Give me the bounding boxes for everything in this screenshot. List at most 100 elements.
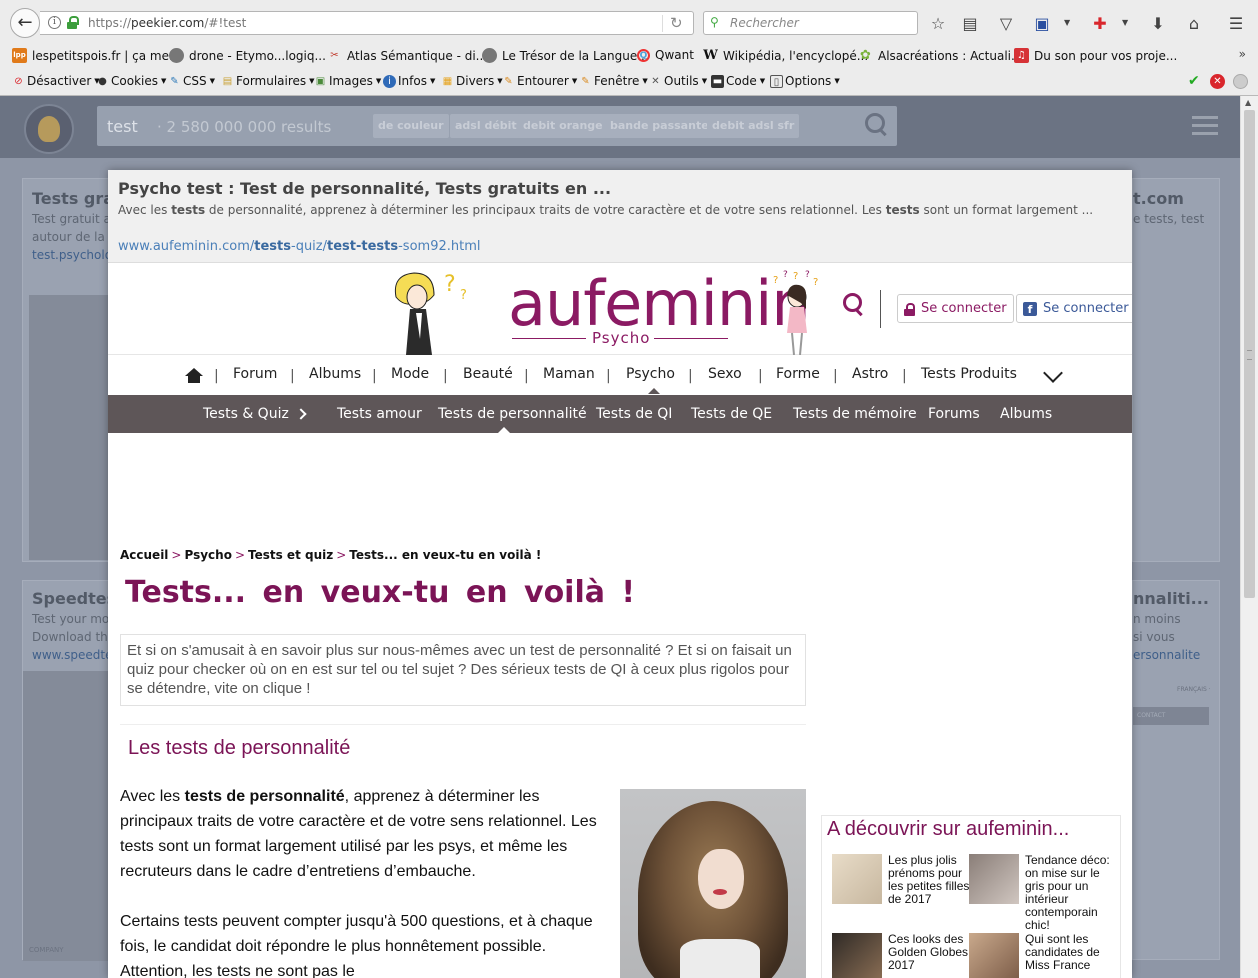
nav-forum[interactable]: Forum xyxy=(233,366,277,382)
search-icon[interactable] xyxy=(865,113,887,135)
suggestion-chip[interactable]: de couleur xyxy=(373,114,449,138)
back-button[interactable]: ← xyxy=(10,8,40,38)
result-desc: Test your mo xyxy=(32,612,110,626)
nav-psycho[interactable]: Psycho xyxy=(626,366,675,382)
subnav-forums[interactable]: Forums xyxy=(928,406,980,422)
bookmark-atlas[interactable]: ✂ Atlas Sémantique - di... xyxy=(327,48,487,63)
discover-item-text[interactable]: Qui sont les candidates de Miss France xyxy=(1025,933,1111,972)
nav-mode[interactable]: Mode xyxy=(391,366,429,382)
menu-divers[interactable]: ▦ Divers ▼ xyxy=(441,74,503,88)
menu-outils[interactable]: ✕ Outils ▼ xyxy=(649,74,707,88)
nav-separator: | xyxy=(606,368,611,384)
subnav-tests-quiz[interactable]: Tests & Quiz xyxy=(203,406,289,422)
search-bar[interactable]: ⚲ Rechercher xyxy=(703,11,918,35)
hamburger-menu-icon[interactable]: ☰ xyxy=(1226,14,1246,34)
chevron-down-icon[interactable] xyxy=(1043,363,1063,383)
result-title[interactable]: t.com xyxy=(1133,189,1184,208)
bookmark-qwant[interactable]: Q Qwant xyxy=(637,48,694,62)
result-link[interactable]: www.speedte xyxy=(32,648,113,662)
page-scrollbar[interactable]: ▲ xyxy=(1240,96,1258,978)
result-card[interactable]: t.com e tests, test xyxy=(1132,178,1220,562)
discover-item-text[interactable]: Tendance déco: on mise sur le gris pour … xyxy=(1025,854,1111,932)
suggestion-chip[interactable]: bande passante xyxy=(605,114,714,138)
bookmark-du-son[interactable]: ♫ Du son pour vos proje... xyxy=(1014,48,1177,63)
login-button[interactable]: Se connecter xyxy=(897,294,1014,323)
preview-title[interactable]: Psycho test : Test de personnalité, Test… xyxy=(118,179,611,198)
breadcrumb-link[interactable]: Accueil xyxy=(120,548,168,562)
site-search-icon[interactable] xyxy=(843,293,867,317)
bookmark-alsacreations[interactable]: ✿ Alsacréations : Actuali... xyxy=(858,48,1022,63)
section-name: Psycho xyxy=(592,329,651,347)
menu-desactiver[interactable]: ⊘ Désactiver ▼ xyxy=(12,74,99,88)
result-title[interactable]: nnaliti... xyxy=(1133,589,1209,608)
peekier-menu-icon[interactable] xyxy=(1192,116,1218,136)
reading-list-icon[interactable]: ▤ xyxy=(960,14,980,34)
site-info-icon[interactable]: i xyxy=(48,16,61,29)
peekier-owl-logo[interactable] xyxy=(24,104,74,154)
subnav-tests-memoire[interactable]: Tests de mémoire xyxy=(793,406,917,422)
subnav-tests-qi[interactable]: Tests de QI xyxy=(596,406,672,422)
suggestion-chip[interactable]: debit adsl sfr xyxy=(707,114,800,138)
addon-cross-icon[interactable]: ✚ xyxy=(1090,14,1110,34)
discover-thumbnail xyxy=(969,854,1019,904)
facebook-login-button[interactable]: f Se connecter xyxy=(1016,294,1132,323)
navigation-toolbar: ← i https://peekier.com/#!test ↻ ⚲ Reche… xyxy=(0,6,1258,40)
save-icon[interactable]: ▣ xyxy=(1032,14,1052,34)
preview-url[interactable]: www.aufeminin.com/tests-quiz/test-tests-… xyxy=(118,239,480,254)
discover-item-text[interactable]: Ces looks des Golden Globes 2017 xyxy=(888,933,974,972)
peekier-query[interactable]: test xyxy=(107,117,138,136)
bookmark-lespetitspois[interactable]: lpp lespetitspois.fr | ça me... xyxy=(12,48,180,63)
error-x-icon[interactable]: ✕ xyxy=(1210,74,1225,89)
url-text[interactable]: https://peekier.com/#!test xyxy=(88,16,246,30)
page-title: Tests... en veux-tu en voilà ! xyxy=(125,575,636,610)
status-circle-icon[interactable] xyxy=(1233,74,1248,89)
nav-beaute[interactable]: Beauté xyxy=(463,366,513,382)
suggestion-chip[interactable]: adsl débit xyxy=(450,114,522,138)
subnav-tests-personnalite[interactable]: Tests de personnalité xyxy=(438,406,587,422)
scrollbar-thumb[interactable] xyxy=(1244,110,1255,598)
breadcrumb-link[interactable]: Tests et quiz xyxy=(248,548,333,562)
nav-sexo[interactable]: Sexo xyxy=(708,366,742,382)
nav-albums[interactable]: Albums xyxy=(309,366,361,382)
home-icon[interactable]: ⌂ xyxy=(1184,14,1204,34)
save-dropdown-arrow[interactable]: ▼ xyxy=(1064,18,1070,27)
pocket-icon[interactable]: ▽ xyxy=(996,14,1016,34)
downloads-icon[interactable]: ⬇ xyxy=(1148,14,1168,34)
subnav-albums[interactable]: Albums xyxy=(1000,406,1052,422)
home-icon[interactable] xyxy=(185,368,203,383)
breadcrumb-link[interactable]: Psycho xyxy=(184,548,231,562)
result-link[interactable]: test.psycholo xyxy=(32,248,112,262)
menu-options[interactable]: ▯ Options ▼ xyxy=(770,74,840,88)
subnav-tests-qe[interactable]: Tests de QE xyxy=(691,406,772,422)
aufeminin-logo[interactable]: aufeminin xyxy=(508,267,811,340)
bookmark-tresor[interactable]: Le Trésor de la Langue... xyxy=(482,48,649,63)
nav-maman[interactable]: Maman xyxy=(543,366,595,382)
menu-cookies[interactable]: ● Cookies ▼ xyxy=(96,74,166,88)
search-engine-icon[interactable]: ⚲ xyxy=(710,15,719,29)
menu-code[interactable]: ▬ Code ▼ xyxy=(711,74,765,88)
bookmark-star-icon[interactable]: ☆ xyxy=(928,14,948,34)
result-link[interactable]: ersonnalite xyxy=(1133,648,1200,662)
peekier-search-box[interactable]: test · 2 580 000 000 results de couleur … xyxy=(97,106,897,146)
result-card[interactable]: nnaliti... n moins si vous ersonnalite F… xyxy=(1132,580,1220,960)
reload-icon[interactable]: ↻ xyxy=(670,14,683,32)
menu-fenetre[interactable]: ✎ Fenêtre ▼ xyxy=(579,74,647,88)
nav-tests-produits[interactable]: Tests Produits xyxy=(921,366,1017,382)
suggestion-chip[interactable]: debit orange xyxy=(518,114,608,138)
menu-css[interactable]: ✎ CSS ▼ xyxy=(168,74,215,88)
validate-check-icon[interactable]: ✔ xyxy=(1188,73,1200,89)
subnav-tests-amour[interactable]: Tests amour xyxy=(337,406,422,422)
addon-dropdown-arrow[interactable]: ▼ xyxy=(1122,18,1128,27)
menu-entourer[interactable]: ✎ Entourer ▼ xyxy=(502,74,577,88)
bookmark-drone[interactable]: drone - Etymo...logiq... xyxy=(169,48,326,63)
menu-formulaires[interactable]: ▤ Formulaires ▼ xyxy=(221,74,315,88)
nav-forme[interactable]: Forme xyxy=(776,366,820,382)
scroll-up-arrow[interactable]: ▲ xyxy=(1245,98,1251,107)
discover-item-text[interactable]: Les plus jolis prénoms pour les petites … xyxy=(888,854,974,906)
menu-infos[interactable]: i Infos ▼ xyxy=(383,74,435,88)
bookmarks-overflow-icon[interactable]: » xyxy=(1239,47,1246,61)
nav-astro[interactable]: Astro xyxy=(852,366,888,382)
bookmark-wikipedia[interactable]: W Wikipédia, l'encyclopé... xyxy=(703,48,868,63)
url-bar[interactable]: i https://peekier.com/#!test ↻ xyxy=(40,11,694,35)
menu-images[interactable]: ▣ Images ▼ xyxy=(314,74,381,88)
